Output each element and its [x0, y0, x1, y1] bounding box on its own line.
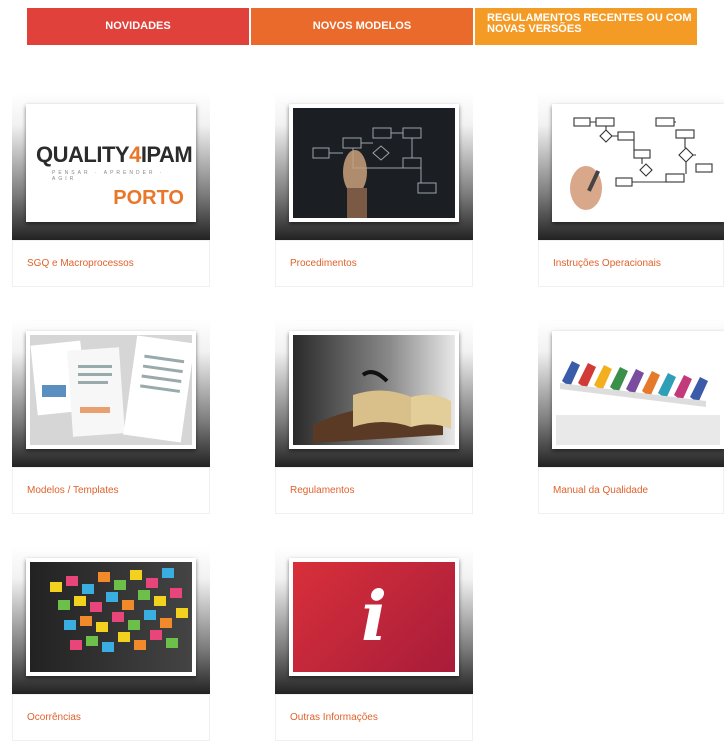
card-manual-qualidade[interactable]: Manual da Qualidade: [538, 319, 724, 514]
flowchart-drawing-image: [552, 104, 724, 222]
flowchart-sketch: [570, 117, 713, 210]
documents-image: [26, 331, 196, 449]
card-modelos[interactable]: Modelos / Templates: [12, 319, 210, 514]
card-image-frame: [12, 546, 210, 694]
quality4ipam-logo-image: QUALITY4IPAM PENSAR · APRENDER · AGIR PO…: [26, 104, 196, 222]
card-link[interactable]: SGQ e Macroprocessos: [27, 258, 134, 269]
logo-porto: PORTO: [113, 187, 184, 209]
book-illustration: [313, 370, 451, 443]
card-caption: Instruções Operacionais: [538, 240, 724, 287]
books-illustration: [556, 361, 720, 445]
card-link[interactable]: Regulamentos: [290, 485, 354, 496]
card-outras-informacoes[interactable]: i Outras Informações: [275, 546, 473, 741]
card-link[interactable]: Procedimentos: [290, 258, 357, 269]
card-link[interactable]: Instruções Operacionais: [553, 258, 661, 269]
card-ocorrencias[interactable]: Ocorrências: [12, 546, 210, 741]
documents-illustration: [30, 335, 192, 443]
card-image-frame: [538, 319, 724, 467]
colorful-books-image: [552, 331, 724, 449]
card-caption: Modelos / Templates: [12, 467, 210, 514]
card-link[interactable]: Manual da Qualidade: [553, 485, 648, 496]
card-procedimentos[interactable]: Procedimentos: [275, 92, 473, 287]
tab-regulamentos-recentes[interactable]: REGULAMENTOS RECENTES OU COM NOVAS VERSÕ…: [475, 8, 697, 45]
info-image: i: [289, 558, 459, 676]
card-image-frame: QUALITY4IPAM PENSAR · APRENDER · AGIR PO…: [12, 92, 210, 240]
tab-novidades[interactable]: NOVIDADES: [27, 8, 249, 45]
open-book-image: [289, 331, 459, 449]
card-link[interactable]: Modelos / Templates: [27, 485, 119, 496]
card-link[interactable]: Ocorrências: [27, 712, 81, 723]
logo-wordmark: QUALITY4IPAM: [36, 142, 193, 167]
flowchart-dark-image: [289, 104, 459, 222]
top-navigation: NOVIDADES NOVOS MODELOS REGULAMENTOS REC…: [27, 8, 697, 45]
card-link[interactable]: Outras Informações: [290, 712, 378, 723]
flowchart-illustration: [312, 127, 437, 218]
card-caption: Manual da Qualidade: [538, 467, 724, 514]
sticky-notes-image: [26, 558, 196, 676]
info-icon: i: [361, 577, 387, 657]
logo-tagline: PENSAR · APRENDER · AGIR: [52, 170, 165, 182]
card-image-frame: [12, 319, 210, 467]
card-caption: Regulamentos: [275, 467, 473, 514]
sticky-notes-illustration: [50, 568, 188, 652]
card-caption: Procedimentos: [275, 240, 473, 287]
card-caption: Outras Informações: [275, 694, 473, 741]
card-image-frame: [275, 92, 473, 240]
card-caption: Ocorrências: [12, 694, 210, 741]
card-caption: SGQ e Macroprocessos: [12, 240, 210, 287]
card-image-frame: [538, 92, 724, 240]
tab-novos-modelos[interactable]: NOVOS MODELOS: [251, 8, 473, 45]
card-sgq[interactable]: QUALITY4IPAM PENSAR · APRENDER · AGIR PO…: [12, 92, 210, 287]
card-image-frame: i: [275, 546, 473, 694]
card-instrucoes[interactable]: Instruções Operacionais: [538, 92, 724, 287]
card-regulamentos[interactable]: Regulamentos: [275, 319, 473, 514]
card-image-frame: [275, 319, 473, 467]
